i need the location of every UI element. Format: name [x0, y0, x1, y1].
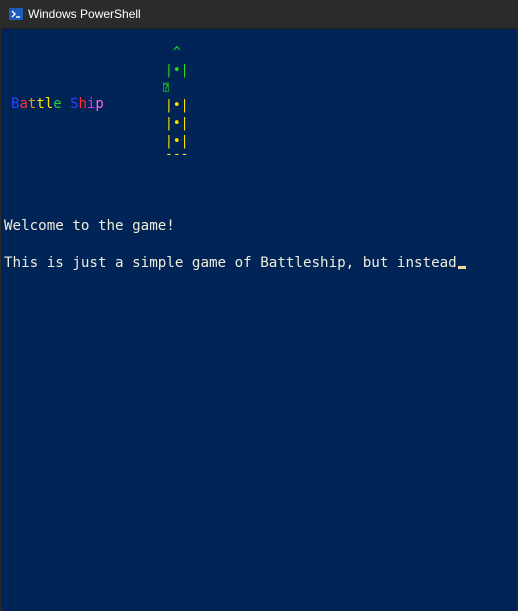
logo-letter: h	[78, 96, 87, 112]
console-area[interactable]: Battle Ship ^ |•| ⍰ |•| |•| |•| --- Welcome t…	[1, 29, 517, 611]
text-cursor	[457, 266, 466, 269]
title-bar[interactable]: Windows PowerShell	[1, 0, 518, 29]
logo-letter: t	[36, 96, 45, 112]
console-line-intro-text: This is just a simple game of Battleship…	[4, 255, 457, 271]
ship-art-line: |•|	[165, 116, 189, 131]
ship-art-line: |•|	[165, 63, 189, 78]
battleship-logo: Battle Ship	[11, 96, 104, 112]
logo-letter: p	[95, 96, 104, 112]
powershell-icon	[9, 8, 23, 20]
logo-letter	[62, 96, 70, 112]
console-line-welcome: Welcome to the game!	[4, 218, 175, 234]
ship-art-line: ⍰	[163, 83, 170, 94]
ship-art-line: ---	[165, 147, 189, 162]
ship-art-line: ^	[165, 45, 189, 60]
logo-letter: a	[19, 96, 28, 112]
logo-letter: S	[70, 96, 79, 112]
ship-art-line: |•|	[165, 98, 189, 113]
window-title: Windows PowerShell	[28, 7, 141, 21]
logo-letter: e	[53, 96, 62, 112]
logo-letter: l	[44, 96, 54, 112]
powershell-window: Windows PowerShell Battle Ship ^ |•| ⍰ |•|…	[0, 0, 518, 611]
console-line-intro: This is just a simple game of Battleship…	[4, 255, 466, 271]
